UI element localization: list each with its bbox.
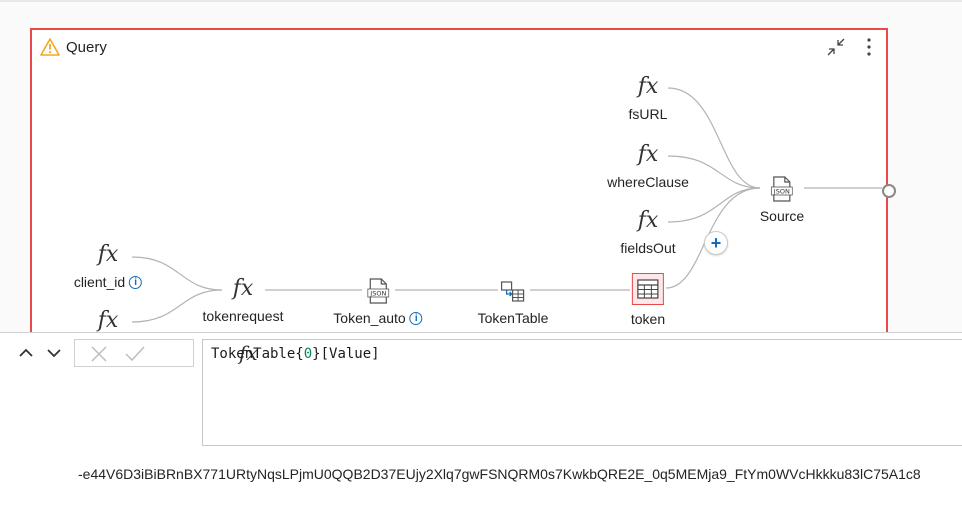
- check-icon: [125, 346, 145, 362]
- next-step-button[interactable]: [44, 343, 64, 363]
- fx-icon: fx: [637, 74, 659, 99]
- fx-icon: fx: [232, 276, 254, 301]
- output-port[interactable]: [882, 184, 896, 198]
- add-step-button[interactable]: +: [704, 231, 728, 255]
- node-label: Token_auto: [333, 310, 406, 326]
- chevron-down-icon: [47, 349, 61, 358]
- formula-input[interactable]: TokenTable{0}[Value]: [202, 339, 962, 446]
- node-label-row: client_id i: [73, 274, 143, 290]
- node-token-auto[interactable]: JSON Token_auto i: [333, 278, 423, 326]
- fx-icon: fx: [637, 142, 659, 167]
- json-file-icon: JSON: [771, 176, 793, 202]
- node-label: TokenTable: [477, 310, 549, 326]
- table-transform-icon: [501, 281, 525, 302]
- chevron-up-icon: [19, 348, 33, 357]
- fx-icon: fx: [97, 242, 119, 267]
- info-icon[interactable]: i: [129, 275, 143, 289]
- formula-text: TokenTable{: [211, 346, 304, 362]
- node-label: fieldsOut: [620, 240, 676, 256]
- close-icon: [91, 346, 107, 362]
- node-source[interactable]: JSON Source: [760, 176, 804, 224]
- node-fsurl[interactable]: fx fsURL: [629, 74, 668, 122]
- more-vertical-icon: [867, 38, 871, 56]
- commit-formula-button[interactable]: [125, 344, 145, 364]
- formula-area: fx TokenTable{0}[Value] -e44V6D3iBiBRnBX…: [0, 332, 962, 513]
- node-label: tokenrequest: [202, 308, 284, 324]
- result-value: -e44V6D3iBiBRnBX771URtyNqsLPjmU0QQB2D37E…: [78, 466, 921, 482]
- node-unnamed-fx[interactable]: fx: [98, 308, 119, 332]
- warning-icon: [40, 38, 60, 56]
- node-label: fsURL: [628, 106, 668, 122]
- more-options-button[interactable]: [858, 36, 880, 58]
- formula-index: 0: [303, 346, 313, 362]
- json-file-icon: JSON: [367, 278, 389, 304]
- collapse-icon: [827, 38, 845, 56]
- node-label: token: [630, 311, 666, 327]
- node-fieldsout[interactable]: fx fieldsOut: [620, 208, 675, 256]
- query-title: Query: [66, 38, 107, 56]
- node-tokentable[interactable]: TokenTable: [477, 278, 549, 326]
- previous-step-button[interactable]: [16, 343, 36, 363]
- diagram-canvas: fx fsURL fx whereClause fx fieldsOut JSO…: [0, 2, 962, 332]
- info-icon[interactable]: i: [409, 311, 423, 325]
- table-icon: [632, 273, 664, 305]
- node-label: client_id: [73, 274, 126, 290]
- svg-text:JSON: JSON: [369, 290, 386, 298]
- node-label: whereClause: [607, 174, 689, 190]
- node-tokenrequest[interactable]: fx tokenrequest: [203, 276, 284, 324]
- svg-text:JSON: JSON: [773, 188, 790, 196]
- fx-icon: fx: [97, 308, 119, 332]
- node-whereclause[interactable]: fx whereClause: [607, 142, 689, 190]
- formula-text: }[Value]: [312, 346, 380, 362]
- node-token[interactable]: token: [631, 273, 665, 327]
- node-label-row: Token_auto i: [333, 310, 423, 326]
- node-label: Source: [759, 208, 805, 224]
- fx-icon: fx: [637, 208, 659, 233]
- cancel-formula-button[interactable]: [89, 344, 109, 364]
- formula-toolbox: fx: [74, 339, 258, 367]
- query-header: Query: [40, 38, 107, 56]
- node-client-id[interactable]: fx client_id i: [73, 242, 143, 290]
- collapse-button[interactable]: [825, 36, 847, 58]
